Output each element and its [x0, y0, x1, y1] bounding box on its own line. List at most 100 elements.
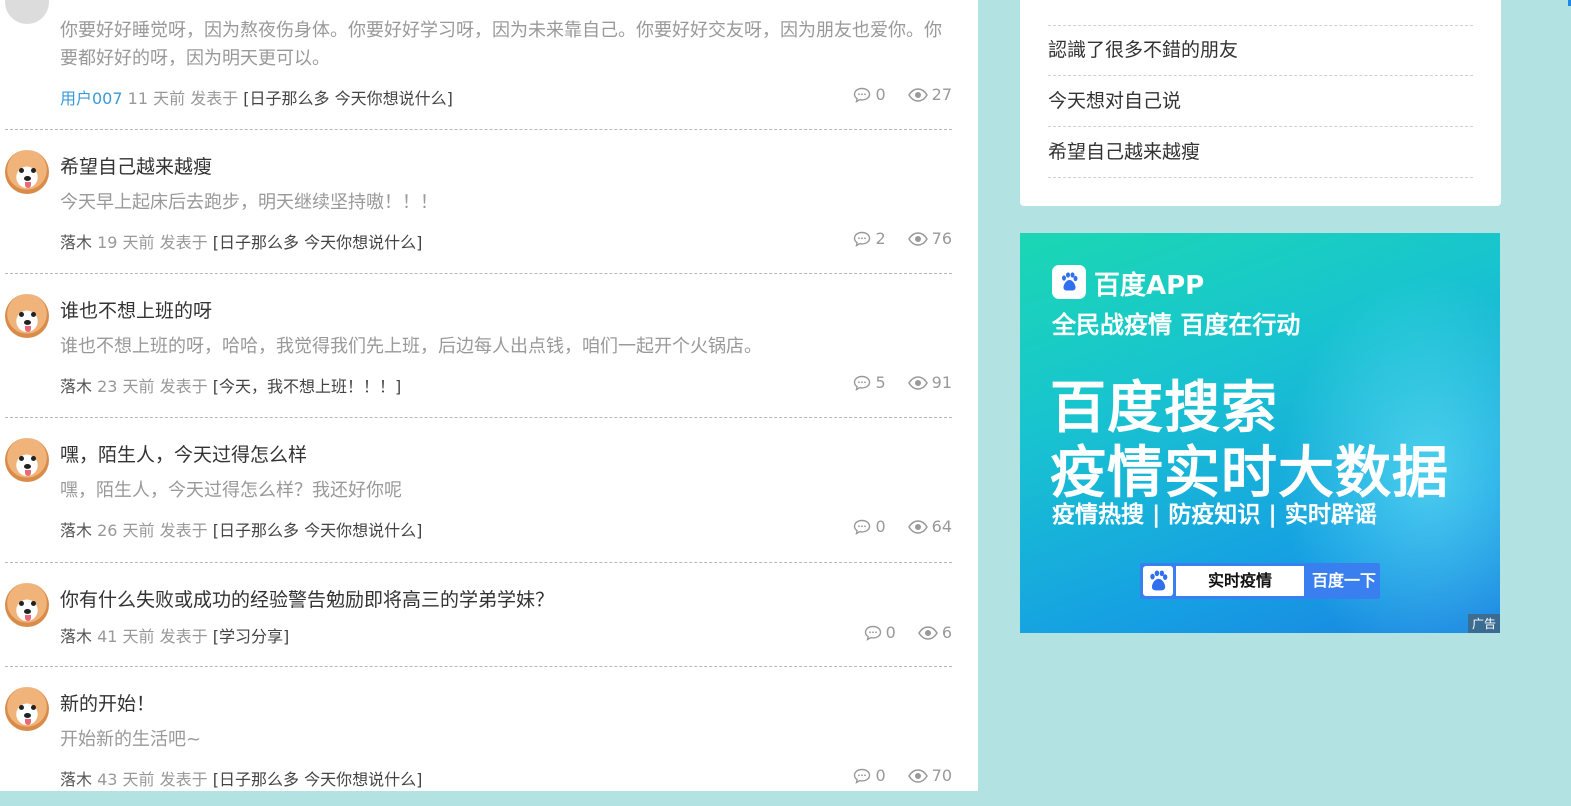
comment-count-value: 0 [875, 517, 886, 536]
avatar[interactable] [5, 0, 49, 24]
post-time: 26 天前 [97, 521, 155, 540]
post-posted-in: 发表于 [159, 377, 208, 396]
view-count: 76 [907, 229, 952, 248]
ad-tags: 疫情热搜 | 防疫知识 | 实时辟谣 [1052, 502, 1377, 528]
comment-count-value: 0 [875, 85, 886, 104]
post-stats: 2 76 [835, 229, 952, 248]
view-count-value: 27 [931, 85, 952, 104]
comment-count-value: 5 [875, 373, 886, 392]
post-stats: 0 6 [846, 623, 952, 642]
post-meta: 落木 43 天前 发表于 [日子那么多 今天你想说什么] [60, 766, 422, 790]
post-posted-in: 发表于 [159, 233, 208, 252]
post-title[interactable]: 谁也不想上班的呀 [60, 296, 212, 323]
post-meta: 落木 26 天前 发表于 [日子那么多 今天你想说什么] [60, 517, 422, 541]
view-count: 70 [907, 766, 952, 785]
ad-banner[interactable]: 百度APP 全民战疫情 百度在行动 百度搜索 疫情实时大数据 疫情热搜 | 防疫… [1020, 233, 1500, 633]
post-author[interactable]: 用户007 [60, 89, 123, 108]
avatar[interactable] [5, 687, 49, 731]
view-count-value: 6 [941, 623, 952, 642]
baidu-paw-icon [1143, 566, 1173, 596]
post-meta: 落木 19 天前 发表于 [日子那么多 今天你想说什么] [60, 229, 422, 253]
post-meta: 用户007 11 天前 发表于 [日子那么多 今天你想说什么] [60, 85, 453, 109]
comment-icon [854, 519, 871, 535]
post-time: 41 天前 [97, 627, 155, 646]
post-title[interactable]: 希望自己越来越瘦 [60, 152, 212, 179]
view-count-value: 64 [931, 517, 952, 536]
post-category[interactable]: [日子那么多 今天你想说什么] [213, 233, 423, 252]
sidebar-post-list: 認識了很多不錯的朋友 今天想对自己说 希望自己越来越瘦 [1020, 0, 1501, 206]
comment-count[interactable]: 0 [853, 85, 886, 104]
avatar[interactable] [5, 294, 49, 338]
post-stats: 0 70 [835, 766, 952, 785]
eye-icon [907, 375, 928, 390]
sidebar-item[interactable]: 希望自己越来越瘦 [1048, 127, 1473, 178]
comment-count-value: 0 [885, 623, 896, 642]
ad-slogan: 全民战疫情 百度在行动 [1052, 311, 1301, 339]
post-title[interactable]: 新的开始！ [60, 689, 155, 716]
comment-count[interactable]: 5 [853, 373, 886, 392]
post-title[interactable]: 嘿，陌生人，今天过得怎么样 [60, 440, 307, 467]
ad-search-input[interactable]: 实时疫情 [1176, 566, 1304, 596]
comment-count-value: 2 [875, 229, 886, 248]
ad-app-name: 百度APP [1094, 271, 1205, 301]
post-time: 19 天前 [97, 233, 155, 252]
post-stats: 5 91 [835, 373, 952, 392]
post-posted-in: 发表于 [190, 89, 239, 108]
post-author[interactable]: 落木 [60, 770, 92, 789]
comment-count[interactable]: 0 [853, 517, 886, 536]
comment-count[interactable]: 2 [853, 229, 886, 248]
post-meta: 落木 23 天前 发表于 [今天，我不想上班！！！] [60, 373, 401, 397]
baidu-logo-icon [1052, 265, 1086, 299]
ad-search-bar[interactable]: 实时疫情 百度一下 [1140, 563, 1380, 599]
post-category[interactable]: [日子那么多 今天你想说什么] [213, 770, 423, 789]
avatar[interactable] [5, 150, 49, 194]
post-posted-in: 发表于 [159, 521, 208, 540]
post-author[interactable]: 落木 [60, 377, 92, 396]
post-time: 23 天前 [97, 377, 155, 396]
post-meta: 落木 41 天前 发表于 [学习分享] [60, 623, 289, 647]
comment-count[interactable]: 0 [864, 623, 896, 642]
eye-icon [907, 519, 928, 534]
comment-count[interactable]: 0 [853, 766, 886, 785]
eye-icon [907, 87, 928, 102]
avatar[interactable] [5, 438, 49, 482]
comment-icon [854, 87, 871, 103]
sidebar-item[interactable]: 認識了很多不錯的朋友 [1048, 25, 1473, 76]
comment-icon [854, 375, 871, 391]
post-title[interactable]: 你有什么失败或成功的经验警告勉励即将高三的学弟学妹？ [60, 585, 554, 612]
view-count: 91 [907, 373, 952, 392]
comment-icon [854, 231, 871, 247]
post-excerpt: 开始新的生活吧~ [60, 729, 202, 750]
view-count: 27 [907, 85, 952, 104]
post-category[interactable]: [日子那么多 今天你想说什么] [213, 521, 423, 540]
ad-label: 广告 [1467, 614, 1500, 633]
post-author[interactable]: 落木 [60, 233, 92, 252]
post-item: 你要好好睡觉呀，因为熬夜伤身体。你要好好学习呀，因为未来靠自己。你要好好交友呀，… [5, 0, 952, 130]
view-count: 64 [907, 517, 952, 536]
comment-count-value: 0 [875, 766, 886, 785]
post-category[interactable]: [学习分享] [213, 627, 290, 646]
post-category[interactable]: [今天，我不想上班！！！] [213, 377, 402, 396]
post-time: 43 天前 [97, 770, 155, 789]
post-stats: 0 64 [835, 517, 952, 536]
view-count-value: 76 [931, 229, 952, 248]
post-author[interactable]: 落木 [60, 627, 92, 646]
post-item: 你有什么失败或成功的经验警告勉励即将高三的学弟学妹？ 落木 41 天前 发表于 … [5, 562, 952, 667]
post-posted-in: 发表于 [159, 627, 208, 646]
eye-icon [907, 231, 928, 246]
post-category[interactable]: [日子那么多 今天你想说什么] [243, 89, 453, 108]
avatar[interactable] [5, 583, 49, 627]
post-item: 希望自己越来越瘦 今天早上起床后去跑步，明天继续坚持嗷！！！ 落木 19 天前 … [5, 129, 952, 274]
comment-icon [864, 625, 881, 641]
sidebar-item [1048, 0, 1473, 26]
comment-icon [854, 768, 871, 784]
view-count-value: 70 [931, 766, 952, 785]
post-posted-in: 发表于 [159, 770, 208, 789]
post-excerpt: 谁也不想上班的呀，哈哈，我觉得我们先上班，后边每人出点钱，咱们一起开个火锅店。 [60, 336, 762, 357]
post-list: 你要好好睡觉呀，因为熬夜伤身体。你要好好学习呀，因为未来靠自己。你要好好交友呀，… [0, 0, 978, 791]
ad-search-button[interactable]: 百度一下 [1312, 563, 1376, 599]
post-excerpt: 嘿，陌生人，今天过得怎么样？我还好你呢 [60, 480, 402, 501]
sidebar-item[interactable]: 今天想对自己说 [1048, 76, 1473, 127]
post-stats: 0 27 [835, 85, 952, 104]
post-author[interactable]: 落木 [60, 521, 92, 540]
